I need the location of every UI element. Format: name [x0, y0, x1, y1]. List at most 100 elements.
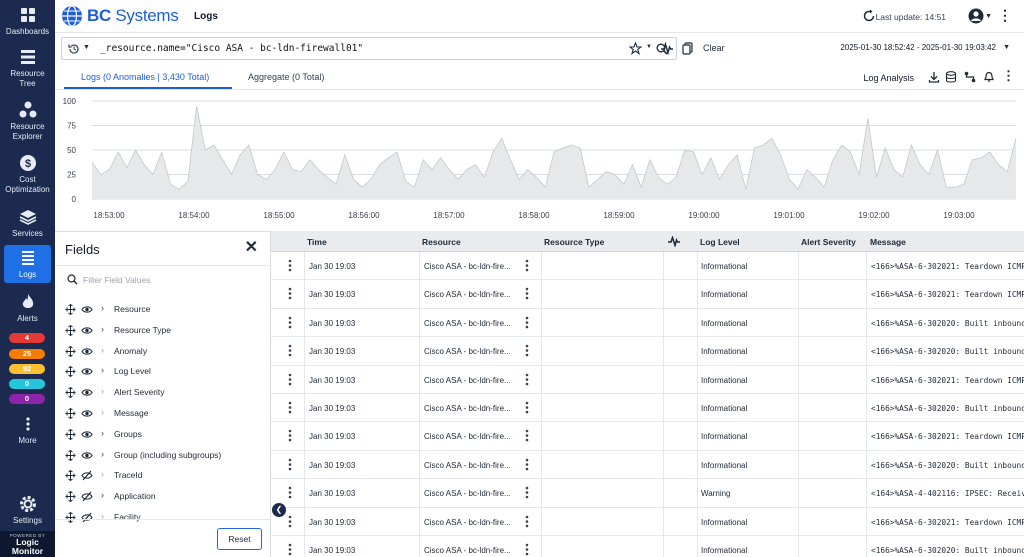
drag-handle-icon[interactable]: [65, 428, 76, 440]
field-row[interactable]: › Log Level: [65, 363, 265, 381]
drag-handle-icon[interactable]: [65, 449, 76, 461]
chevron-down-icon[interactable]: ▼: [83, 44, 90, 51]
cell-resource[interactable]: Cisco ASA - bc-ldn-fire...: [424, 432, 511, 441]
drag-handle-icon[interactable]: [65, 324, 76, 336]
row-menu-icon[interactable]: [288, 543, 292, 556]
cell-resource[interactable]: Cisco ASA - bc-ldn-fire...: [424, 262, 511, 271]
nav-alerts[interactable]: Alerts: [0, 292, 55, 324]
resource-menu-icon[interactable]: [525, 486, 529, 499]
table-row[interactable]: Jan 30 19:03 Cisco ASA - bc-ldn-fire... In…: [271, 337, 1024, 366]
alert-count-other[interactable]: 0: [9, 394, 45, 404]
cell-resource[interactable]: Cisco ASA - bc-ldn-fire...: [424, 489, 511, 498]
resource-menu-icon[interactable]: [525, 344, 529, 357]
table-row[interactable]: Jan 30 19:03 Cisco ASA - bc-ldn-fire... In…: [271, 280, 1024, 309]
field-row[interactable]: › Groups: [65, 426, 265, 444]
resource-menu-icon[interactable]: [525, 373, 529, 386]
resource-menu-icon[interactable]: [525, 287, 529, 300]
field-row[interactable]: › Anomaly: [65, 343, 265, 361]
chevron-right-icon[interactable]: ›: [101, 449, 104, 459]
chevron-right-icon[interactable]: ›: [101, 386, 104, 396]
resource-menu-icon[interactable]: [525, 259, 529, 272]
row-menu-icon[interactable]: [288, 458, 292, 471]
table-row[interactable]: Jan 30 19:03 Cisco ASA - bc-ldn-fire... In…: [271, 536, 1024, 557]
chevron-down-icon[interactable]: ▼: [646, 44, 652, 50]
query-input[interactable]: ▼ _resource.name="Cisco ASA - bc-ldn-fir…: [61, 37, 677, 60]
tab-logs[interactable]: Logs (0 Anomalies | 3,430 Total): [81, 72, 209, 82]
column-message[interactable]: Message: [870, 237, 906, 247]
resource-menu-icon[interactable]: [525, 401, 529, 414]
chevron-down-icon[interactable]: ▼: [985, 13, 992, 20]
eye-icon[interactable]: [81, 387, 93, 398]
table-row[interactable]: Jan 30 19:03 Cisco ASA - bc-ldn-fire... In…: [271, 308, 1024, 338]
alert-bell-icon[interactable]: [983, 71, 995, 83]
eye-icon[interactable]: [81, 429, 93, 440]
pulse-icon[interactable]: [660, 42, 674, 55]
chevron-right-icon[interactable]: ›: [101, 324, 104, 334]
nav-cost-optimization[interactable]: $ Cost Optimization: [0, 153, 55, 195]
row-menu-icon[interactable]: [288, 373, 292, 386]
clear-button[interactable]: Clear: [703, 43, 725, 53]
star-icon[interactable]: [629, 42, 642, 55]
chevron-right-icon[interactable]: ›: [101, 407, 104, 417]
tab-aggregate[interactable]: Aggregate (0 Total): [248, 72, 324, 82]
chevron-right-icon[interactable]: ›: [101, 303, 104, 313]
nav-logs[interactable]: Logs: [4, 245, 51, 283]
chevron-right-icon[interactable]: ›: [101, 428, 104, 438]
cell-resource[interactable]: Cisco ASA - bc-ldn-fire...: [424, 290, 511, 299]
drag-handle-icon[interactable]: [65, 491, 76, 503]
drag-handle-icon[interactable]: [65, 408, 76, 419]
resource-menu-icon[interactable]: [525, 429, 529, 442]
field-row[interactable]: › Facility: [65, 509, 265, 527]
drag-handle-icon[interactable]: [65, 345, 76, 357]
nav-dashboards[interactable]: Dashboards: [0, 5, 55, 37]
cell-resource[interactable]: Cisco ASA - bc-ldn-fire...: [424, 546, 511, 555]
eye-icon[interactable]: [81, 450, 93, 461]
nav-more[interactable]: More: [0, 414, 55, 446]
table-row[interactable]: Jan 30 19:03 Cisco ASA - bc-ldn-fire... In…: [271, 365, 1024, 394]
chevron-right-icon[interactable]: ›: [101, 490, 104, 500]
table-row[interactable]: Jan 30 19:03 Cisco ASA - bc-ldn-fire... In…: [271, 252, 1024, 281]
resource-menu-icon[interactable]: [525, 316, 529, 329]
field-row[interactable]: › Message: [65, 405, 265, 423]
table-row[interactable]: Jan 30 19:03 Cisco ASA - bc-ldn-fire... In…: [271, 451, 1024, 480]
reset-button[interactable]: Reset: [217, 528, 262, 550]
resource-menu-icon[interactable]: [525, 515, 529, 528]
close-icon[interactable]: ✕: [245, 240, 258, 256]
field-row[interactable]: › Alert Severity: [65, 384, 265, 402]
eye-off-icon[interactable]: [81, 470, 93, 481]
field-row[interactable]: › Resource Type: [65, 322, 265, 340]
log-analysis-button[interactable]: Log Analysis: [863, 73, 914, 83]
row-menu-icon[interactable]: [288, 287, 292, 300]
column-resource[interactable]: Resource: [422, 237, 461, 247]
row-menu-icon[interactable]: [288, 515, 292, 528]
eye-icon[interactable]: [81, 304, 93, 315]
refresh-icon[interactable]: [862, 9, 876, 23]
download-icon[interactable]: [928, 71, 940, 83]
chevron-right-icon[interactable]: ›: [101, 365, 104, 375]
nav-resource-explorer[interactable]: Resource Explorer: [0, 100, 55, 142]
database-icon[interactable]: [945, 71, 957, 83]
nav-services[interactable]: Services: [0, 207, 55, 239]
row-menu-icon[interactable]: [288, 344, 292, 357]
row-menu-icon[interactable]: [288, 429, 292, 442]
resource-menu-icon[interactable]: [525, 543, 529, 556]
kebab-menu-icon[interactable]: ⋮: [998, 8, 1012, 22]
user-avatar-icon[interactable]: [968, 8, 984, 24]
alert-count-info[interactable]: 0: [9, 379, 45, 389]
field-row[interactable]: › Application: [65, 488, 265, 506]
table-row[interactable]: Jan 30 19:03 Cisco ASA - bc-ldn-fire... In…: [271, 508, 1024, 536]
cell-resource[interactable]: Cisco ASA - bc-ldn-fire...: [424, 347, 511, 356]
alert-count-error[interactable]: 25: [9, 349, 45, 359]
row-menu-icon[interactable]: [288, 316, 292, 329]
field-row[interactable]: › Resource: [65, 301, 265, 319]
kebab-menu-icon[interactable]: ⋮: [1002, 69, 1015, 82]
copy-icon[interactable]: [682, 42, 693, 55]
row-menu-icon[interactable]: [288, 259, 292, 272]
field-row[interactable]: › Group (including subgroups): [65, 447, 265, 465]
anomaly-pulse-icon[interactable]: [667, 236, 681, 247]
drag-handle-icon[interactable]: [65, 512, 76, 523]
row-menu-icon[interactable]: [288, 486, 292, 499]
filter-field-values-input[interactable]: Filter Field Values: [65, 272, 261, 288]
history-icon[interactable]: [68, 43, 80, 55]
column-resource-type[interactable]: Resource Type: [544, 237, 604, 247]
